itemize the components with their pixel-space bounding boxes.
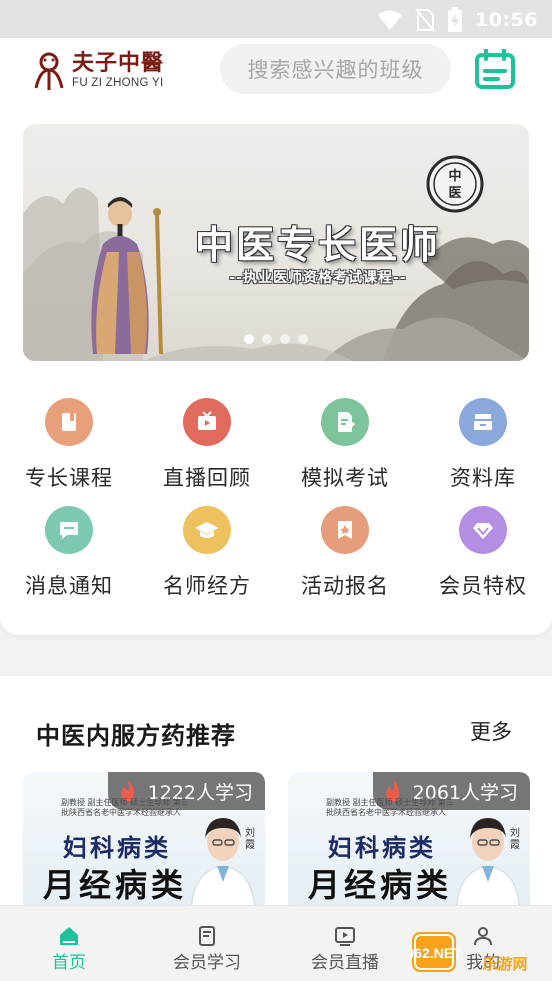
exam-icon: [321, 398, 369, 446]
menu-label: 名师经方: [163, 574, 251, 598]
diamond-icon: [459, 506, 507, 554]
tab-member-live[interactable]: 会员直播: [276, 906, 414, 981]
doctor-name: 刘霞: [510, 828, 520, 851]
site-watermark: 962.NET 乐游网: [410, 932, 528, 973]
course-topic: 月经病类: [308, 866, 453, 904]
course-tagline: 副教授 副主任医师 硕士生导师 第三批陕西省名老中医学术经验继承人: [326, 798, 454, 817]
tab-home[interactable]: 首页: [0, 906, 138, 981]
battery-charging-icon: [447, 7, 463, 33]
book-icon: [45, 398, 93, 446]
menu-item-event-signup[interactable]: 活动报名: [276, 506, 414, 606]
archive-icon: [459, 398, 507, 446]
doctor-portrait: [190, 818, 256, 912]
course-topic: 月经病类: [43, 866, 188, 904]
status-bar: 10:56: [0, 0, 552, 38]
play-icon: [335, 927, 355, 946]
banner-dot[interactable]: [244, 334, 254, 344]
menu-label: 模拟考试: [301, 466, 389, 490]
menu-item-library[interactable]: 资料库: [414, 398, 552, 498]
tv-icon: [183, 398, 231, 446]
banner-dot[interactable]: [280, 334, 290, 344]
menu-label: 资料库: [450, 466, 516, 490]
banner-dot[interactable]: [262, 334, 272, 344]
menu-item-live-replay[interactable]: 直播回顾: [138, 398, 276, 498]
menu-label: 会员特权: [439, 574, 527, 598]
banner-dot[interactable]: [298, 334, 308, 344]
menu-label: 活动报名: [301, 574, 389, 598]
message-icon: [45, 506, 93, 554]
logo-emblem-icon: [34, 52, 64, 90]
menu-label: 直播回顾: [163, 466, 251, 490]
app-header: 夫子中醫 FU ZI ZHONG YI 搜索感兴趣的班级: [0, 38, 552, 102]
course-category: 妇科病类: [63, 833, 171, 862]
tcm-seal-icon: 中 医: [426, 155, 484, 213]
doctor-portrait: [455, 818, 521, 912]
course-tagline: 副教授 副主任医师 硕士生导师 第三批陕西省名老中医学术经验继承人: [61, 798, 189, 817]
tab-member-study[interactable]: 会员学习: [138, 906, 276, 981]
doctor-name: 刘霞: [245, 828, 255, 851]
promo-banner[interactable]: 中 医 中医专长医师 --执业医师资格考试课程--: [23, 124, 529, 361]
tab-label: 会员学习: [173, 953, 241, 973]
course-card[interactable]: 1222人学习 副教授 副主任医师 硕士生导师 第三批陕西省名老中医学术经验继承…: [23, 772, 265, 912]
banner-subtitle: --执业医师资格考试课程--: [229, 270, 407, 286]
status-time: 10:56: [475, 9, 538, 31]
star-badge-icon: [321, 506, 369, 554]
home-top-card: 夫子中醫 FU ZI ZHONG YI 搜索感兴趣的班级 中 医 中医专长医师 …: [0, 38, 552, 635]
more-link[interactable]: 更多: [470, 716, 512, 746]
home-icon: [60, 927, 78, 945]
menu-label: 专长课程: [25, 466, 113, 490]
watermark-brand: 962.NET: [410, 945, 462, 961]
wifi-icon: [377, 9, 403, 31]
sage-figure: [91, 197, 163, 355]
menu-item-courses[interactable]: 专长课程: [0, 398, 138, 498]
tab-label: 会员直播: [311, 953, 379, 973]
graduation-cap-icon: [183, 506, 231, 554]
menu-item-mock-exam[interactable]: 模拟考试: [276, 398, 414, 498]
tab-label: 首页: [52, 953, 86, 973]
seal-char-2: 医: [448, 186, 461, 201]
watermark-text: 乐游网: [482, 955, 527, 973]
no-sim-icon: [415, 8, 435, 32]
course-category: 妇科病类: [328, 833, 436, 862]
banner-title: 中医专长医师: [194, 222, 441, 267]
logo-pinyin-name: FU ZI ZHONG YI: [72, 77, 164, 89]
menu-item-member-privileges[interactable]: 会员特权: [414, 506, 552, 606]
section-title: 中医内服方药推荐: [36, 722, 236, 750]
calendar-icon[interactable]: [474, 49, 516, 89]
banner-pagination: [23, 334, 529, 344]
search-input[interactable]: 搜索感兴趣的班级: [220, 44, 451, 94]
menu-item-famous-teachers[interactable]: 名师经方: [138, 506, 276, 606]
document-icon: [199, 926, 215, 946]
logo-chinese-name: 夫子中醫: [72, 50, 165, 76]
course-card[interactable]: 2061人学习 副教授 副主任医师 硕士生导师 第三批陕西省名老中医学术经验继承…: [288, 772, 530, 912]
recommend-section: 中医内服方药推荐 更多 1222人学习 副教授 副主任医师 硕士生导师 第三批陕…: [0, 676, 552, 916]
seal-char-1: 中: [448, 168, 461, 184]
menu-label: 消息通知: [25, 574, 113, 598]
menu-item-messages[interactable]: 消息通知: [0, 506, 138, 606]
app-logo[interactable]: 夫子中醫 FU ZI ZHONG YI: [30, 46, 200, 94]
search-placeholder: 搜索感兴趣的班级: [247, 58, 424, 82]
